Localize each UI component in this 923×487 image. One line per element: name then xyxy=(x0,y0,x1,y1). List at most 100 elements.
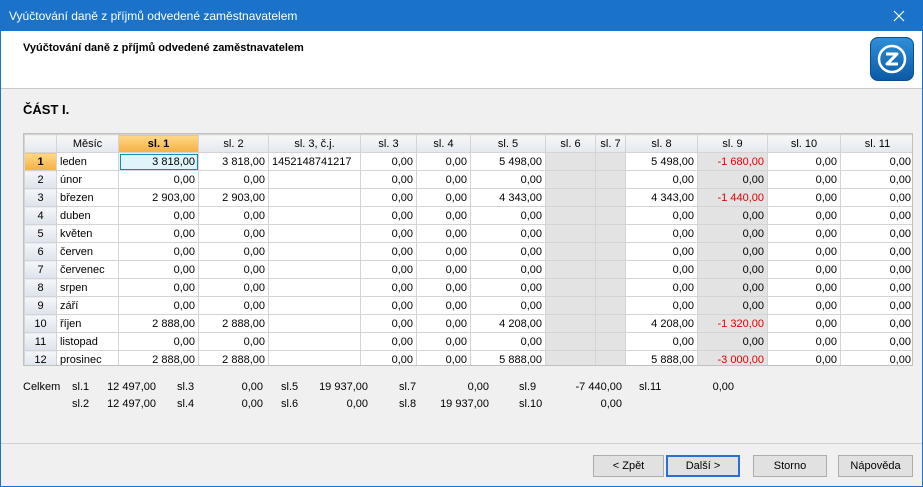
grid-cell[interactable]: 0,00 xyxy=(767,242,841,261)
next-button[interactable]: Další > xyxy=(666,455,740,477)
grid-cell[interactable] xyxy=(545,152,596,171)
grid-cell[interactable]: 0,00 xyxy=(767,296,841,315)
grid-cell[interactable] xyxy=(545,242,596,261)
grid-cell[interactable]: 5 888,00 xyxy=(470,350,546,365)
grid-cell[interactable]: 0,00 xyxy=(625,206,698,225)
grid-cell[interactable] xyxy=(545,206,596,225)
column-header[interactable]: sl. 3, č.j. xyxy=(268,134,361,153)
grid-cell[interactable] xyxy=(545,170,596,189)
row-number[interactable]: 1 xyxy=(24,152,57,171)
grid-cell[interactable]: 2 903,00 xyxy=(198,188,269,207)
grid-cell[interactable] xyxy=(268,224,361,243)
grid-cell[interactable]: 0,00 xyxy=(360,152,417,171)
grid-cell[interactable]: 3 818,00 xyxy=(118,152,199,171)
grid-cell[interactable]: 0,00 xyxy=(198,260,269,279)
grid-cell[interactable] xyxy=(268,350,361,365)
grid-cell[interactable]: 0,00 xyxy=(416,152,471,171)
grid-cell[interactable]: -3 000,00 xyxy=(697,350,768,365)
grid-cell[interactable]: 0,00 xyxy=(470,224,546,243)
grid-cell[interactable]: 0,00 xyxy=(767,332,841,351)
row-number[interactable]: 11 xyxy=(24,332,57,351)
back-button[interactable]: < Zpět xyxy=(593,455,664,477)
grid-cell[interactable] xyxy=(545,188,596,207)
grid-cell[interactable]: 0,00 xyxy=(198,206,269,225)
grid-cell[interactable]: 0,00 xyxy=(416,188,471,207)
grid-cell[interactable]: 0,00 xyxy=(198,170,269,189)
grid-cell[interactable]: 0,00 xyxy=(360,296,417,315)
grid-cell[interactable]: -1 320,00 xyxy=(697,314,768,333)
column-header[interactable]: sl. 6 xyxy=(545,134,596,153)
column-header[interactable]: sl. 7 xyxy=(595,134,626,153)
row-number[interactable]: 3 xyxy=(24,188,57,207)
grid-cell[interactable]: 0,00 xyxy=(697,260,768,279)
grid-cell[interactable] xyxy=(595,224,626,243)
grid-cell[interactable] xyxy=(268,278,361,297)
grid-cell[interactable] xyxy=(595,242,626,261)
row-number[interactable]: 10 xyxy=(24,314,57,333)
grid-cell[interactable]: 0,00 xyxy=(697,242,768,261)
grid-cell[interactable]: 0,00 xyxy=(416,278,471,297)
grid-cell[interactable]: 4 208,00 xyxy=(470,314,546,333)
grid-cell[interactable]: 0,00 xyxy=(198,224,269,243)
grid-cell[interactable] xyxy=(545,260,596,279)
row-number[interactable]: 7 xyxy=(24,260,57,279)
grid-cell[interactable] xyxy=(545,278,596,297)
grid-cell[interactable]: 0,00 xyxy=(416,206,471,225)
grid-cell[interactable]: 0,00 xyxy=(625,296,698,315)
help-button[interactable]: Nápověda xyxy=(838,455,913,477)
grid-cell[interactable]: -1 440,00 xyxy=(697,188,768,207)
column-header[interactable]: sl. 3 xyxy=(360,134,417,153)
column-header[interactable]: sl. 9 xyxy=(697,134,768,153)
grid-cell[interactable]: 0,00 xyxy=(118,242,199,261)
grid-cell[interactable]: 0,00 xyxy=(840,296,912,315)
grid-cell[interactable]: 0,00 xyxy=(625,170,698,189)
grid-cell[interactable]: 2 903,00 xyxy=(118,188,199,207)
grid-cell[interactable]: 0,00 xyxy=(360,170,417,189)
grid-cell[interactable]: 0,00 xyxy=(840,314,912,333)
grid-cell[interactable]: 0,00 xyxy=(840,224,912,243)
grid-cell[interactable]: 0,00 xyxy=(416,296,471,315)
grid-cell[interactable] xyxy=(268,260,361,279)
grid-cell[interactable]: 0,00 xyxy=(416,224,471,243)
grid-cell[interactable]: 0,00 xyxy=(470,332,546,351)
grid-cell[interactable]: 0,00 xyxy=(697,170,768,189)
column-header[interactable]: sl. 10 xyxy=(767,134,841,153)
grid-cell[interactable]: 2 888,00 xyxy=(118,314,199,333)
grid-cell[interactable]: 0,00 xyxy=(360,188,417,207)
grid-cell[interactable] xyxy=(595,260,626,279)
grid-cell[interactable]: 0,00 xyxy=(118,296,199,315)
row-number[interactable]: 12 xyxy=(24,350,57,365)
grid-cell[interactable]: 0,00 xyxy=(416,260,471,279)
grid-cell[interactable]: 0,00 xyxy=(840,188,912,207)
grid-cell[interactable]: 0,00 xyxy=(697,332,768,351)
grid-cell[interactable]: 4 343,00 xyxy=(625,188,698,207)
grid-cell[interactable]: 0,00 xyxy=(118,332,199,351)
grid-cell[interactable] xyxy=(268,170,361,189)
grid-cell[interactable]: 0,00 xyxy=(840,350,912,365)
row-number[interactable]: 5 xyxy=(24,224,57,243)
grid-cell[interactable] xyxy=(595,314,626,333)
grid-cell[interactable] xyxy=(268,296,361,315)
grid-cell[interactable]: 0,00 xyxy=(767,350,841,365)
grid-cell[interactable]: 0,00 xyxy=(767,152,841,171)
grid-cell[interactable]: 0,00 xyxy=(767,206,841,225)
grid-cell[interactable]: 0,00 xyxy=(625,224,698,243)
grid-cell[interactable] xyxy=(545,332,596,351)
grid-cell[interactable] xyxy=(545,314,596,333)
grid-cell[interactable]: 0,00 xyxy=(840,170,912,189)
grid-cell[interactable]: 0,00 xyxy=(767,224,841,243)
grid-cell[interactable] xyxy=(268,332,361,351)
grid-cell[interactable]: 0,00 xyxy=(767,314,841,333)
grid-cell[interactable]: 2 888,00 xyxy=(198,350,269,365)
grid-cell[interactable]: 5 498,00 xyxy=(625,152,698,171)
grid-cell[interactable] xyxy=(268,314,361,333)
grid-cell[interactable] xyxy=(595,170,626,189)
grid-cell[interactable]: 0,00 xyxy=(198,242,269,261)
grid-cell[interactable]: 0,00 xyxy=(625,242,698,261)
grid-cell[interactable]: 0,00 xyxy=(360,206,417,225)
grid-cell[interactable]: 0,00 xyxy=(697,224,768,243)
grid-cell[interactable]: 0,00 xyxy=(470,170,546,189)
row-number[interactable]: 9 xyxy=(24,296,57,315)
grid-cell[interactable]: 0,00 xyxy=(118,278,199,297)
grid-cell[interactable]: 0,00 xyxy=(625,332,698,351)
